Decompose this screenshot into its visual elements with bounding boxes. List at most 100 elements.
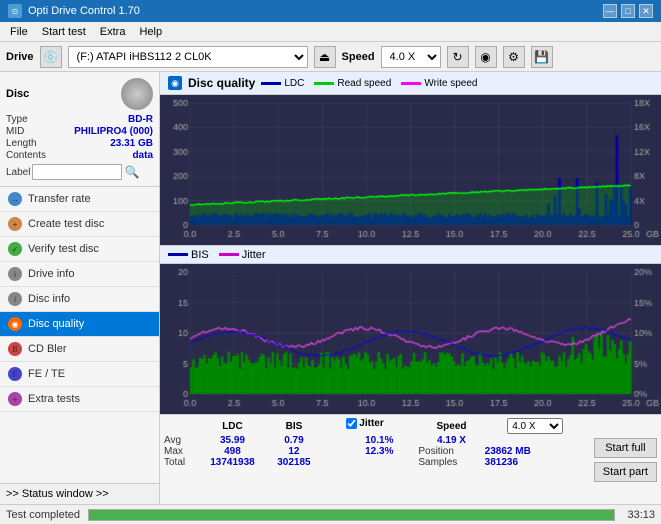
eject-button[interactable]: ⏏ — [314, 46, 336, 68]
stats-bar: LDC BIS Jitter Speed 4.0 X — [160, 414, 661, 504]
total-bis: 302185 — [268, 457, 321, 468]
avg-ldc: 35.99 — [197, 435, 267, 446]
max-ldc: 498 — [197, 446, 267, 457]
start-full-button[interactable]: Start full — [594, 438, 657, 458]
disc-length-label: Length — [6, 138, 37, 149]
drive-icon: 💿 — [40, 46, 62, 68]
samples-label: Samples — [418, 457, 484, 468]
nav-disc-info-label: Disc info — [28, 293, 70, 305]
menu-help[interactable]: Help — [133, 25, 168, 39]
legend-ldc: LDC — [261, 78, 304, 89]
avg-bis: 0.79 — [268, 435, 321, 446]
nav-drive-info-label: Drive info — [28, 268, 74, 280]
extra-tests-icon: + — [8, 392, 22, 406]
legend-write-speed: Write speed — [401, 78, 477, 89]
sidebar-item-disc-quality[interactable]: ◉ Disc quality — [0, 312, 159, 337]
verify-test-disc-icon: ✓ — [8, 242, 22, 256]
disc-length-row: Length 23.31 GB — [6, 138, 153, 149]
sidebar-item-extra-tests[interactable]: + Extra tests — [0, 387, 159, 412]
disc-contents-value: data — [132, 150, 153, 161]
charts: BIS Jitter — [160, 95, 661, 414]
disc-label-input[interactable] — [32, 164, 122, 180]
speed-select-header[interactable]: 4.0 X — [485, 417, 586, 435]
sidebar-item-drive-info[interactable]: i Drive info — [0, 262, 159, 287]
nav-extra-tests-label: Extra tests — [28, 393, 80, 405]
max-position: 23862 MB — [485, 446, 586, 457]
speed-select-stats[interactable]: 4.0 X — [507, 418, 563, 434]
total-label: Total — [164, 457, 197, 468]
label-icon[interactable]: 🔍 — [124, 165, 139, 179]
sidebar-item-create-test-disc[interactable]: + Create test disc — [0, 212, 159, 237]
disc-mid-value: PHILIPRO4 (000) — [74, 126, 153, 137]
disc-quality-icon: ◉ — [8, 317, 22, 331]
avg-speed: 4.19 X — [418, 435, 484, 446]
jitter-checkbox[interactable] — [346, 418, 357, 429]
nav-create-test-disc-label: Create test disc — [28, 218, 104, 230]
sidebar-item-transfer-rate[interactable]: → Transfer rate — [0, 187, 159, 212]
nav-fe-te-label: FE / TE — [28, 368, 65, 380]
read-speed-label: Read speed — [337, 78, 391, 89]
bis-chart-container — [160, 264, 661, 414]
write-speed-color — [401, 82, 421, 85]
bis-legend-bar: BIS Jitter — [160, 246, 661, 264]
nav-verify-test-disc-label: Verify test disc — [28, 243, 99, 255]
status-window-label: >> Status window >> — [6, 488, 109, 500]
action-buttons: Start full Start part — [594, 417, 657, 502]
drive-select[interactable]: (F:) ATAPI iHBS112 2 CL0K — [68, 46, 308, 68]
bis-color — [168, 253, 188, 256]
max-bis: 12 — [268, 446, 321, 457]
save-button[interactable]: 💾 — [531, 46, 553, 68]
jitter-col: Jitter — [340, 417, 418, 430]
write-speed-label: Write speed — [424, 78, 477, 89]
app-icon: ⊙ — [8, 4, 22, 18]
ldc-chart-container — [160, 95, 661, 246]
close-button[interactable]: ✕ — [639, 4, 653, 18]
disc-quality-title: Disc quality — [188, 76, 255, 90]
nav-disc-quality-label: Disc quality — [28, 318, 84, 330]
ldc-label: LDC — [284, 78, 304, 89]
speed-select[interactable]: 4.0 X — [381, 46, 441, 68]
disc-length-value: 23.31 GB — [110, 138, 153, 149]
menubar: File Start test Extra Help — [0, 22, 661, 42]
start-part-button[interactable]: Start part — [594, 462, 657, 482]
disc-mid-label: MID — [6, 126, 24, 137]
minimize-button[interactable]: — — [603, 4, 617, 18]
titlebar: ⊙ Opti Drive Control 1.70 — □ ✕ — [0, 0, 661, 22]
nav-transfer-rate-label: Transfer rate — [28, 193, 91, 205]
refresh-button[interactable]: ↻ — [447, 46, 469, 68]
menu-start-test[interactable]: Start test — [36, 25, 92, 39]
legend-read-speed: Read speed — [314, 78, 391, 89]
main-layout: Disc Type BD-R MID PHILIPRO4 (000) Lengt… — [0, 72, 661, 504]
disc-quality-legend: LDC Read speed Write speed — [261, 78, 477, 89]
sidebar-item-verify-test-disc[interactable]: ✓ Verify test disc — [0, 237, 159, 262]
disc-header: Disc — [6, 78, 153, 110]
drive-info-icon: i — [8, 267, 22, 281]
sidebar-item-cd-bler[interactable]: B CD Bler — [0, 337, 159, 362]
menu-extra[interactable]: Extra — [94, 25, 132, 39]
sidebar-item-fe-te[interactable]: F FE / TE — [0, 362, 159, 387]
drivebar: Drive 💿 (F:) ATAPI iHBS112 2 CL0K ⏏ Spee… — [0, 42, 661, 72]
maximize-button[interactable]: □ — [621, 4, 635, 18]
stats-table: LDC BIS Jitter Speed 4.0 X — [164, 417, 586, 502]
disc-contents-label: Contents — [6, 150, 46, 161]
disc-title: Disc — [6, 88, 29, 100]
total-ldc: 13741938 — [197, 457, 267, 468]
disc-label-label: Label — [6, 167, 30, 178]
disc-type-row: Type BD-R — [6, 114, 153, 125]
sidebar-item-disc-info[interactable]: i Disc info — [0, 287, 159, 312]
settings-button[interactable]: ⚙ — [503, 46, 525, 68]
sidebar: Disc Type BD-R MID PHILIPRO4 (000) Lengt… — [0, 72, 160, 504]
ldc-header: LDC — [197, 417, 267, 435]
disc-image — [121, 78, 153, 110]
progress-fill — [89, 510, 614, 520]
disc-button[interactable]: ◉ — [475, 46, 497, 68]
titlebar-controls[interactable]: — □ ✕ — [603, 4, 653, 18]
legend-bis: BIS — [168, 249, 209, 261]
transfer-rate-icon: → — [8, 192, 22, 206]
max-jitter: 12.3% — [340, 446, 418, 457]
sidebar-nav: → Transfer rate + Create test disc ✓ Ver… — [0, 187, 159, 483]
menu-file[interactable]: File — [4, 25, 34, 39]
titlebar-left: ⊙ Opti Drive Control 1.70 — [8, 4, 140, 18]
status-window-link[interactable]: >> Status window >> — [0, 483, 159, 504]
speed-header: Speed — [418, 417, 484, 435]
